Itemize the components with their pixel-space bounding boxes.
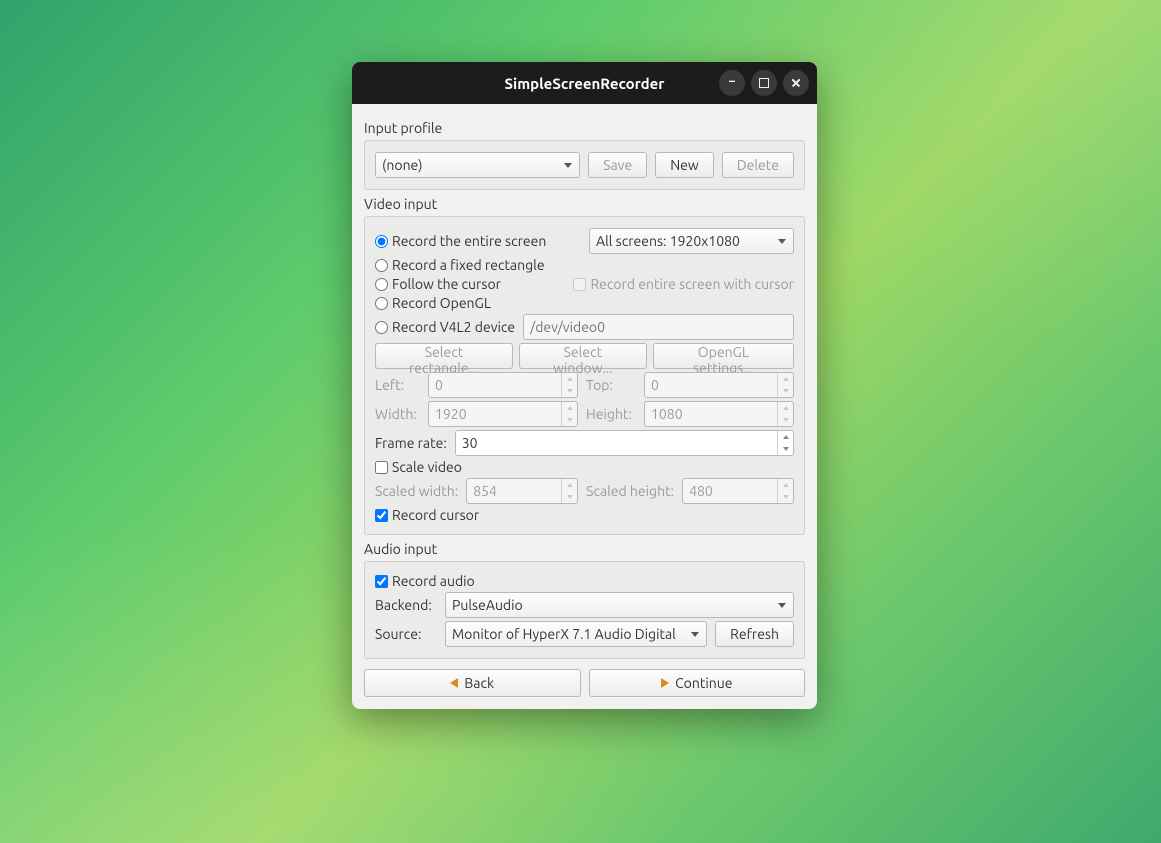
audio-input-panel: Record audio Backend: PulseAudio Source:…	[364, 561, 805, 659]
height-input[interactable]	[644, 401, 794, 427]
top-input[interactable]	[644, 372, 794, 398]
app-window: SimpleScreenRecorder – Input profile (no…	[352, 62, 817, 709]
height-spinner[interactable]	[644, 401, 794, 427]
spin-up-icon[interactable]	[778, 373, 793, 385]
spin-up-icon[interactable]	[778, 431, 793, 443]
opt-opengl-radio[interactable]	[375, 297, 388, 310]
opt-v4l2[interactable]: Record V4L2 device	[375, 319, 515, 335]
source-select-input[interactable]: Monitor of HyperX 7.1 Audio Digital	[445, 621, 707, 647]
width-input[interactable]	[428, 401, 578, 427]
frame-rate-label: Frame rate:	[375, 435, 447, 451]
backend-select-input[interactable]: PulseAudio	[445, 592, 794, 618]
source-select[interactable]: Monitor of HyperX 7.1 Audio Digital	[445, 621, 707, 647]
opt-record-entire-with-cursor: Record entire screen with cursor	[573, 276, 794, 292]
opt-entire-screen-text: Record the entire screen	[392, 233, 546, 249]
refresh-button[interactable]: Refresh	[715, 621, 794, 647]
window-title: SimpleScreenRecorder	[505, 75, 665, 92]
spin-up-icon[interactable]	[562, 479, 577, 491]
left-spinner[interactable]	[428, 372, 578, 398]
spin-down-icon[interactable]	[562, 414, 577, 426]
arrow-left-icon	[450, 678, 458, 688]
content: Input profile (none) Save New Delete Vid…	[352, 104, 817, 709]
delete-button[interactable]: Delete	[722, 152, 794, 178]
opt-follow-cursor[interactable]: Follow the cursor	[375, 276, 501, 292]
select-window-button[interactable]: Select window...	[519, 343, 647, 369]
continue-button-text: Continue	[675, 675, 732, 691]
minimize-button[interactable]: –	[719, 70, 745, 96]
spin-down-icon[interactable]	[778, 443, 793, 455]
video-input-label: Video input	[364, 196, 805, 212]
opt-follow-cursor-radio[interactable]	[375, 278, 388, 291]
scale-video-checkbox[interactable]	[375, 461, 388, 474]
spin-down-icon[interactable]	[778, 385, 793, 397]
height-label: Height:	[586, 406, 636, 422]
spin-up-icon[interactable]	[562, 373, 577, 385]
record-audio-checkbox[interactable]	[375, 575, 388, 588]
screen-select[interactable]: All screens: 1920x1080	[589, 228, 794, 254]
spin-down-icon[interactable]	[778, 491, 793, 503]
backend-select[interactable]: PulseAudio	[445, 592, 794, 618]
width-label: Width:	[375, 406, 420, 422]
continue-button[interactable]: Continue	[589, 669, 806, 697]
spin-up-icon[interactable]	[562, 402, 577, 414]
back-button-text: Back	[464, 675, 494, 691]
record-cursor-option[interactable]: Record cursor	[375, 507, 479, 523]
opt-record-entire-with-cursor-text: Record entire screen with cursor	[590, 276, 794, 292]
close-button[interactable]	[783, 70, 809, 96]
record-audio-text: Record audio	[392, 573, 475, 589]
arrow-right-icon	[661, 678, 669, 688]
spin-down-icon[interactable]	[778, 414, 793, 426]
input-profile-panel: (none) Save New Delete	[364, 140, 805, 190]
save-button[interactable]: Save	[588, 152, 647, 178]
video-input-panel: Record the entire screen All screens: 19…	[364, 216, 805, 535]
spin-down-icon[interactable]	[562, 385, 577, 397]
opt-opengl[interactable]: Record OpenGL	[375, 295, 491, 311]
scaled-height-spinner[interactable]	[682, 478, 794, 504]
opengl-settings-button[interactable]: OpenGL settings...	[653, 343, 794, 369]
opt-fixed-rectangle-text: Record a fixed rectangle	[392, 257, 545, 273]
profile-select-input[interactable]: (none)	[375, 152, 580, 178]
scaled-height-label: Scaled height:	[586, 483, 674, 499]
titlebar[interactable]: SimpleScreenRecorder –	[352, 62, 817, 104]
scaled-width-label: Scaled width:	[375, 483, 458, 499]
opt-v4l2-radio[interactable]	[375, 321, 388, 334]
audio-input-label: Audio input	[364, 541, 805, 557]
opt-v4l2-text: Record V4L2 device	[392, 319, 515, 335]
record-audio-option[interactable]: Record audio	[375, 573, 475, 589]
top-label: Top:	[586, 377, 636, 393]
scale-video-option[interactable]: Scale video	[375, 459, 462, 475]
back-button[interactable]: Back	[364, 669, 581, 697]
v4l2-device-input[interactable]	[523, 314, 794, 340]
opt-fixed-rectangle[interactable]: Record a fixed rectangle	[375, 257, 545, 273]
opt-opengl-text: Record OpenGL	[392, 295, 491, 311]
select-rectangle-button[interactable]: Select rectangle...	[375, 343, 513, 369]
left-input[interactable]	[428, 372, 578, 398]
screen-select-input[interactable]: All screens: 1920x1080	[589, 228, 794, 254]
width-spinner[interactable]	[428, 401, 578, 427]
opt-record-entire-with-cursor-cb	[573, 278, 586, 291]
spin-down-icon[interactable]	[562, 491, 577, 503]
opt-fixed-rectangle-radio[interactable]	[375, 259, 388, 272]
frame-rate-input[interactable]	[455, 430, 794, 456]
scale-video-text: Scale video	[392, 459, 462, 475]
profile-select[interactable]: (none)	[375, 152, 580, 178]
source-label: Source:	[375, 626, 437, 642]
footer: Back Continue	[364, 669, 805, 697]
new-button[interactable]: New	[655, 152, 714, 178]
record-cursor-checkbox[interactable]	[375, 509, 388, 522]
record-cursor-text: Record cursor	[392, 507, 479, 523]
opt-follow-cursor-text: Follow the cursor	[392, 276, 501, 292]
backend-label: Backend:	[375, 597, 437, 613]
window-controls: –	[719, 70, 809, 96]
spin-up-icon[interactable]	[778, 402, 793, 414]
left-label: Left:	[375, 377, 420, 393]
opt-entire-screen[interactable]: Record the entire screen	[375, 233, 546, 249]
top-spinner[interactable]	[644, 372, 794, 398]
spin-up-icon[interactable]	[778, 479, 793, 491]
scaled-width-spinner[interactable]	[466, 478, 578, 504]
input-profile-label: Input profile	[364, 120, 805, 136]
opt-entire-screen-radio[interactable]	[375, 235, 388, 248]
maximize-button[interactable]	[751, 70, 777, 96]
frame-rate-spinner[interactable]	[455, 430, 794, 456]
